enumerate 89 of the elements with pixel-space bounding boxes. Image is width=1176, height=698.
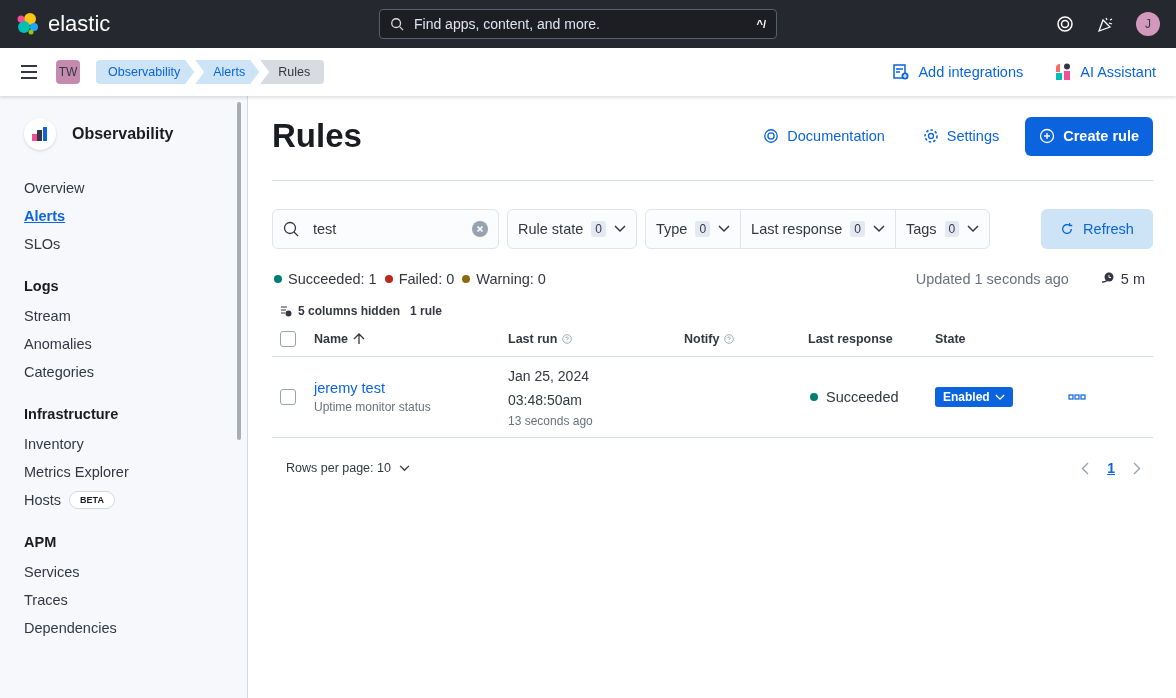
column-header[interactable]: State <box>935 332 1068 346</box>
beta-badge: BETA <box>69 491 115 509</box>
header-button[interactable]: Documentation <box>751 117 897 155</box>
last-run-ago: 13 seconds ago <box>508 414 594 428</box>
status-count: Succeeded: 1 <box>288 271 377 287</box>
filter-button[interactable]: Tags 0 <box>894 210 990 248</box>
last-response-text: Succeeded <box>826 389 899 405</box>
filter-button[interactable]: Type 0 <box>646 210 741 248</box>
rule-type: Uptime monitor status <box>314 400 432 414</box>
help-icon <box>562 334 573 344</box>
global-search-field[interactable]: Find apps, content, and more. ^/ <box>379 9 777 39</box>
sidebar-item[interactable]: Inventory <box>24 436 84 452</box>
column-header[interactable]: Notify <box>684 332 808 346</box>
sidebar-item[interactable]: Dependencies <box>24 620 117 636</box>
previous-page-icon[interactable] <box>1081 461 1090 475</box>
filter-button[interactable]: Last response 0 <box>740 210 895 248</box>
clear-icon[interactable] <box>472 221 488 237</box>
help-icon <box>724 334 735 344</box>
last-run-time: 03:48:50am <box>508 391 583 410</box>
observability-logo-icon <box>24 118 56 150</box>
chevron-down-icon <box>994 393 1005 401</box>
breadcrumb[interactable]: Alerts <box>195 60 260 84</box>
column-header[interactable]: Name <box>314 332 508 346</box>
sidebar-item[interactable]: Services <box>24 564 80 580</box>
sidebar-heading: Logs <box>24 278 60 294</box>
chevron-down-icon <box>718 225 731 233</box>
page-title: Rules <box>272 117 362 155</box>
breadcrumb[interactable]: Observability <box>96 60 195 84</box>
column-header[interactable]: Last response <box>808 332 935 346</box>
more-actions-icon[interactable] <box>1068 394 1086 400</box>
header-button[interactable]: Settings <box>910 117 1012 155</box>
columns-icon[interactable] <box>280 305 292 317</box>
logo-text: elastic <box>48 11 111 37</box>
chevron-down-icon <box>614 225 626 233</box>
status-count: Warning: 0 <box>476 271 546 287</box>
page-link[interactable]: 1 <box>1107 460 1115 476</box>
user-avatar[interactable]: J <box>1136 12 1160 36</box>
sidebar-heading: Infrastructure <box>24 406 120 422</box>
status-count: Failed: 0 <box>398 271 455 287</box>
row-checkbox[interactable] <box>280 389 296 405</box>
sidebar-item[interactable]: Anomalies <box>24 336 92 352</box>
logo-icon[interactable] <box>16 12 40 36</box>
chevron-down-icon <box>872 225 885 233</box>
sidebar-heading: APM <box>24 534 58 550</box>
sidebar-item[interactable]: SLOs <box>24 236 61 252</box>
space-avatar[interactable]: TW <box>56 60 80 84</box>
sidebar-item[interactable]: Alerts <box>24 208 66 224</box>
refresh-interval[interactable]: 5 m <box>1120 271 1145 287</box>
filter-button[interactable]: Rule state 0 <box>508 210 636 248</box>
shortcut-hint: ^/ <box>756 18 766 30</box>
search-icon <box>390 17 404 31</box>
sidebar-item[interactable]: Stream <box>24 308 71 324</box>
rows-per-page-button[interactable]: Rows per page: 10 <box>280 460 416 476</box>
sidebar-item[interactable]: Traces <box>24 592 68 608</box>
last-run-date: Jan 25, 2024 <box>508 367 590 386</box>
search-icon <box>283 221 299 237</box>
chevron-down-icon <box>967 225 980 233</box>
party-popper-icon[interactable] <box>1096 15 1114 33</box>
sidebar-title: Observability <box>72 125 174 143</box>
header-link[interactable]: AI Assistant <box>1055 63 1156 81</box>
select-all-checkbox[interactable] <box>280 331 296 347</box>
create-rule-button[interactable]: Create rule <box>1025 116 1153 156</box>
help-icon[interactable] <box>1056 15 1074 33</box>
breadcrumb[interactable]: Rules <box>260 60 325 84</box>
sidebar-item[interactable]: Hosts <box>24 492 62 508</box>
refresh-icon <box>1060 222 1075 236</box>
plus-circle-icon <box>1039 128 1056 144</box>
global-search-input[interactable]: Find apps, content, and more. <box>412 15 749 33</box>
sort-arrow-icon <box>353 333 366 345</box>
state-dropdown[interactable]: Enabled <box>935 387 1013 407</box>
settings-icon <box>922 128 939 144</box>
rule-name-link[interactable]: jeremy test <box>314 380 508 396</box>
column-header[interactable]: Last run <box>508 332 684 346</box>
updated-text: Updated 1 seconds ago <box>915 271 1069 287</box>
integrations-icon <box>893 64 910 80</box>
sidebar-item[interactable]: Metrics Explorer <box>24 464 129 480</box>
search-input[interactable]: test <box>311 220 460 238</box>
help-icon <box>763 128 780 144</box>
rule-count: 1 rule <box>410 304 443 318</box>
sidebar-item[interactable]: Categories <box>24 364 95 380</box>
search-field[interactable]: test <box>272 209 499 249</box>
assistant-icon <box>1055 63 1072 81</box>
sidebar-item[interactable]: Overview <box>24 180 85 196</box>
header-link[interactable]: Add integrations <box>893 63 1024 81</box>
next-page-icon[interactable] <box>1133 461 1141 475</box>
refresh-button[interactable]: Refresh <box>1041 209 1153 249</box>
menu-icon[interactable] <box>20 65 38 79</box>
hidden-columns-button[interactable]: 5 columns hidden <box>298 304 400 318</box>
chevron-down-icon <box>398 464 410 472</box>
